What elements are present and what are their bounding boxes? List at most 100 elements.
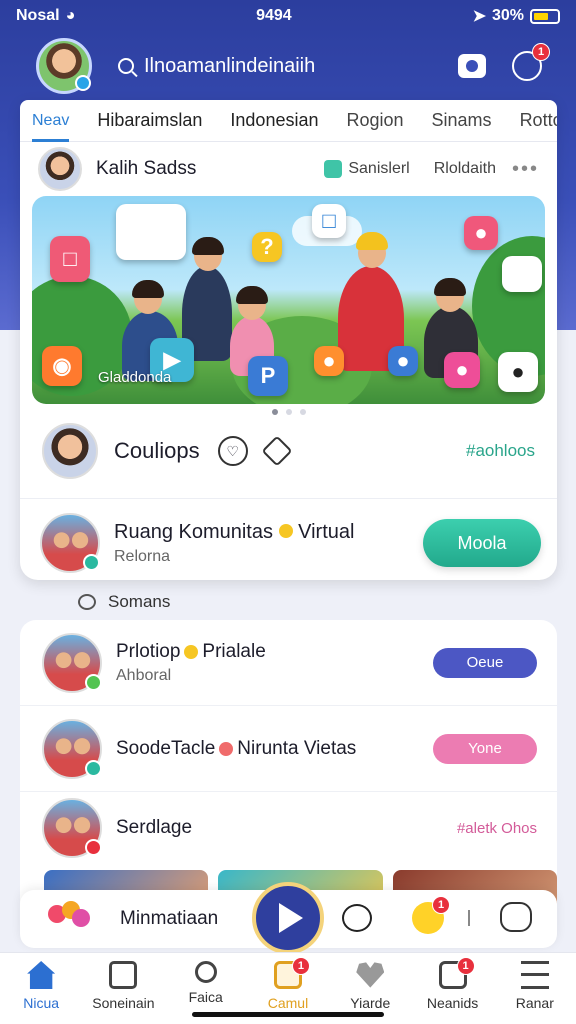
list-title-b: Prialale bbox=[202, 640, 266, 662]
search-icon bbox=[118, 58, 134, 74]
search-bar[interactable]: Ilnoamanlindeinaiih bbox=[118, 55, 458, 78]
community-title: Ruang Komunitas Virtual bbox=[114, 521, 423, 544]
tag-icon[interactable] bbox=[261, 435, 293, 467]
nav-label: Nicua bbox=[23, 995, 60, 1011]
list-title: Serdlage bbox=[116, 817, 193, 838]
more-icon[interactable]: ••• bbox=[512, 158, 539, 181]
camera-icon[interactable] bbox=[458, 54, 486, 78]
panda-icon: ● bbox=[498, 352, 538, 392]
nav-label: Neanids bbox=[426, 995, 479, 1011]
tab-rogion[interactable]: Rogion bbox=[346, 110, 403, 131]
app-tile-icon: ● bbox=[444, 352, 480, 388]
post-chip-secondary[interactable]: Rloldaith bbox=[434, 160, 496, 178]
post-chip[interactable]: Sanislerl bbox=[324, 160, 410, 178]
hero-image[interactable]: □ ? □ ● ◉ ▶ P ● ● ● ● Gladdonda bbox=[32, 196, 545, 404]
box-icon bbox=[109, 961, 138, 989]
list-action-button[interactable]: Yone bbox=[433, 733, 537, 764]
nav-camera[interactable]: 1 Neanids bbox=[417, 957, 489, 1024]
battery-percent: 30% bbox=[491, 7, 524, 24]
list-item[interactable]: SoodeTacle Nirunta Vietas Yone bbox=[20, 706, 557, 792]
community-join-button[interactable]: Moola bbox=[423, 519, 541, 567]
person-hair bbox=[132, 280, 164, 298]
tab-hibaraimslan[interactable]: Hibaraimslan bbox=[97, 110, 202, 131]
verified-icon bbox=[75, 75, 91, 91]
play-button[interactable] bbox=[252, 882, 324, 954]
photo-card-icon bbox=[502, 256, 542, 292]
photo-card-icon bbox=[116, 204, 186, 260]
app-tile-icon: ● bbox=[388, 346, 418, 376]
list-hashtag[interactable]: #aletk Ohos bbox=[457, 820, 537, 837]
status-dot-icon bbox=[85, 673, 102, 691]
heart-icon bbox=[356, 962, 385, 988]
nav-label: Faica bbox=[188, 989, 223, 1005]
nav-box[interactable]: Soneinain bbox=[87, 961, 159, 1024]
record-icon: ◉ bbox=[42, 346, 82, 386]
status-bar: Nosal ◕ 9494 ➤ 30% bbox=[0, 0, 576, 32]
nav-label: Soneinain bbox=[92, 995, 155, 1011]
tab-bar: Neav Hibaraimslan Indonesian Rogion Sina… bbox=[20, 100, 557, 142]
home-indicator[interactable] bbox=[192, 1012, 384, 1017]
battery-icon bbox=[530, 8, 560, 24]
pager-dot[interactable] bbox=[285, 409, 292, 415]
app-tile-icon: ? bbox=[252, 232, 282, 262]
community-subtitle: Relorna bbox=[114, 547, 171, 565]
post-header: Kalih Sadss Sanislerl Rloldaith ••• bbox=[20, 142, 557, 196]
list-action-button[interactable]: Oeue bbox=[433, 647, 537, 678]
status-dot-icon bbox=[85, 839, 102, 856]
chat-icon[interactable] bbox=[500, 902, 532, 932]
tab-indonesian[interactable]: Indonesian bbox=[230, 110, 318, 131]
app-tile-icon: P bbox=[248, 356, 288, 396]
panda-icon[interactable] bbox=[342, 904, 372, 932]
pager-dot[interactable] bbox=[271, 409, 278, 415]
list-item[interactable]: Serdlage #aletk Ohos bbox=[20, 792, 557, 864]
list-title-a: Prlotiop bbox=[116, 640, 181, 662]
action-label: Couliops bbox=[114, 438, 200, 463]
status-dot-icon bbox=[83, 554, 100, 571]
like-icon[interactable]: ♡ bbox=[217, 436, 248, 466]
hearts-icon[interactable] bbox=[48, 901, 92, 937]
coin-icon bbox=[184, 644, 199, 659]
app-tile-icon: ● bbox=[464, 216, 498, 250]
carousel-pager[interactable] bbox=[20, 404, 557, 420]
carrier-label: Nosal bbox=[16, 7, 60, 24]
status-dot-icon bbox=[85, 759, 102, 777]
section-label: Somans bbox=[108, 592, 171, 611]
post-hashtag[interactable]: #aohloos bbox=[466, 441, 535, 461]
community-row[interactable]: Ruang Komunitas Virtual Relorna Moola bbox=[20, 499, 557, 580]
wifi-icon: ◕ bbox=[65, 7, 76, 24]
coin-icon bbox=[219, 741, 234, 756]
nav-home[interactable]: Nicua bbox=[5, 961, 77, 1024]
list-avatar bbox=[42, 798, 102, 858]
person-hair bbox=[236, 286, 268, 304]
tab-neav[interactable]: Neav bbox=[32, 112, 70, 142]
nav-label: Camul bbox=[267, 995, 309, 1011]
post-author[interactable]: Kalih Sadss bbox=[96, 158, 324, 180]
author-avatar[interactable] bbox=[38, 147, 82, 191]
person-hair bbox=[192, 237, 224, 255]
emoji-badge: 1 bbox=[432, 896, 450, 914]
community-title-a: Ruang Komunitas bbox=[114, 520, 273, 543]
home-icon bbox=[27, 961, 56, 989]
chip-label: Sanislerl bbox=[348, 160, 410, 177]
profile-avatar[interactable] bbox=[36, 38, 92, 94]
notifications-icon[interactable]: 1 bbox=[512, 43, 550, 81]
community-title-b: Virtual bbox=[298, 520, 355, 543]
app-tile-icon: □ bbox=[50, 236, 90, 282]
commenter-avatar[interactable] bbox=[42, 423, 98, 479]
list-subtitle: Ahboral bbox=[116, 666, 172, 684]
emoji-icon[interactable]: 1 bbox=[412, 896, 450, 934]
app-tile-icon: □ bbox=[312, 204, 346, 238]
coin-icon bbox=[278, 523, 293, 538]
tab-sinams[interactable]: Sinams bbox=[432, 110, 492, 131]
nav-label: Ranar bbox=[515, 995, 554, 1011]
community-avatar bbox=[40, 513, 100, 573]
list-avatar bbox=[42, 632, 102, 693]
post-actions: Couliops ♡ #aohloos bbox=[20, 420, 557, 482]
list-avatar bbox=[42, 718, 102, 779]
search-text: Ilnoamanlindeinaiih bbox=[144, 54, 316, 77]
tab-rottord[interactable]: Rottord bbox=[520, 110, 557, 131]
nav-menu[interactable]: Ranar bbox=[499, 961, 571, 1024]
list-item[interactable]: Prlotiop Prialale Ahboral Oeue bbox=[20, 620, 557, 706]
list-title: Prlotiop Prialale bbox=[116, 641, 433, 663]
pager-dot[interactable] bbox=[299, 409, 306, 415]
